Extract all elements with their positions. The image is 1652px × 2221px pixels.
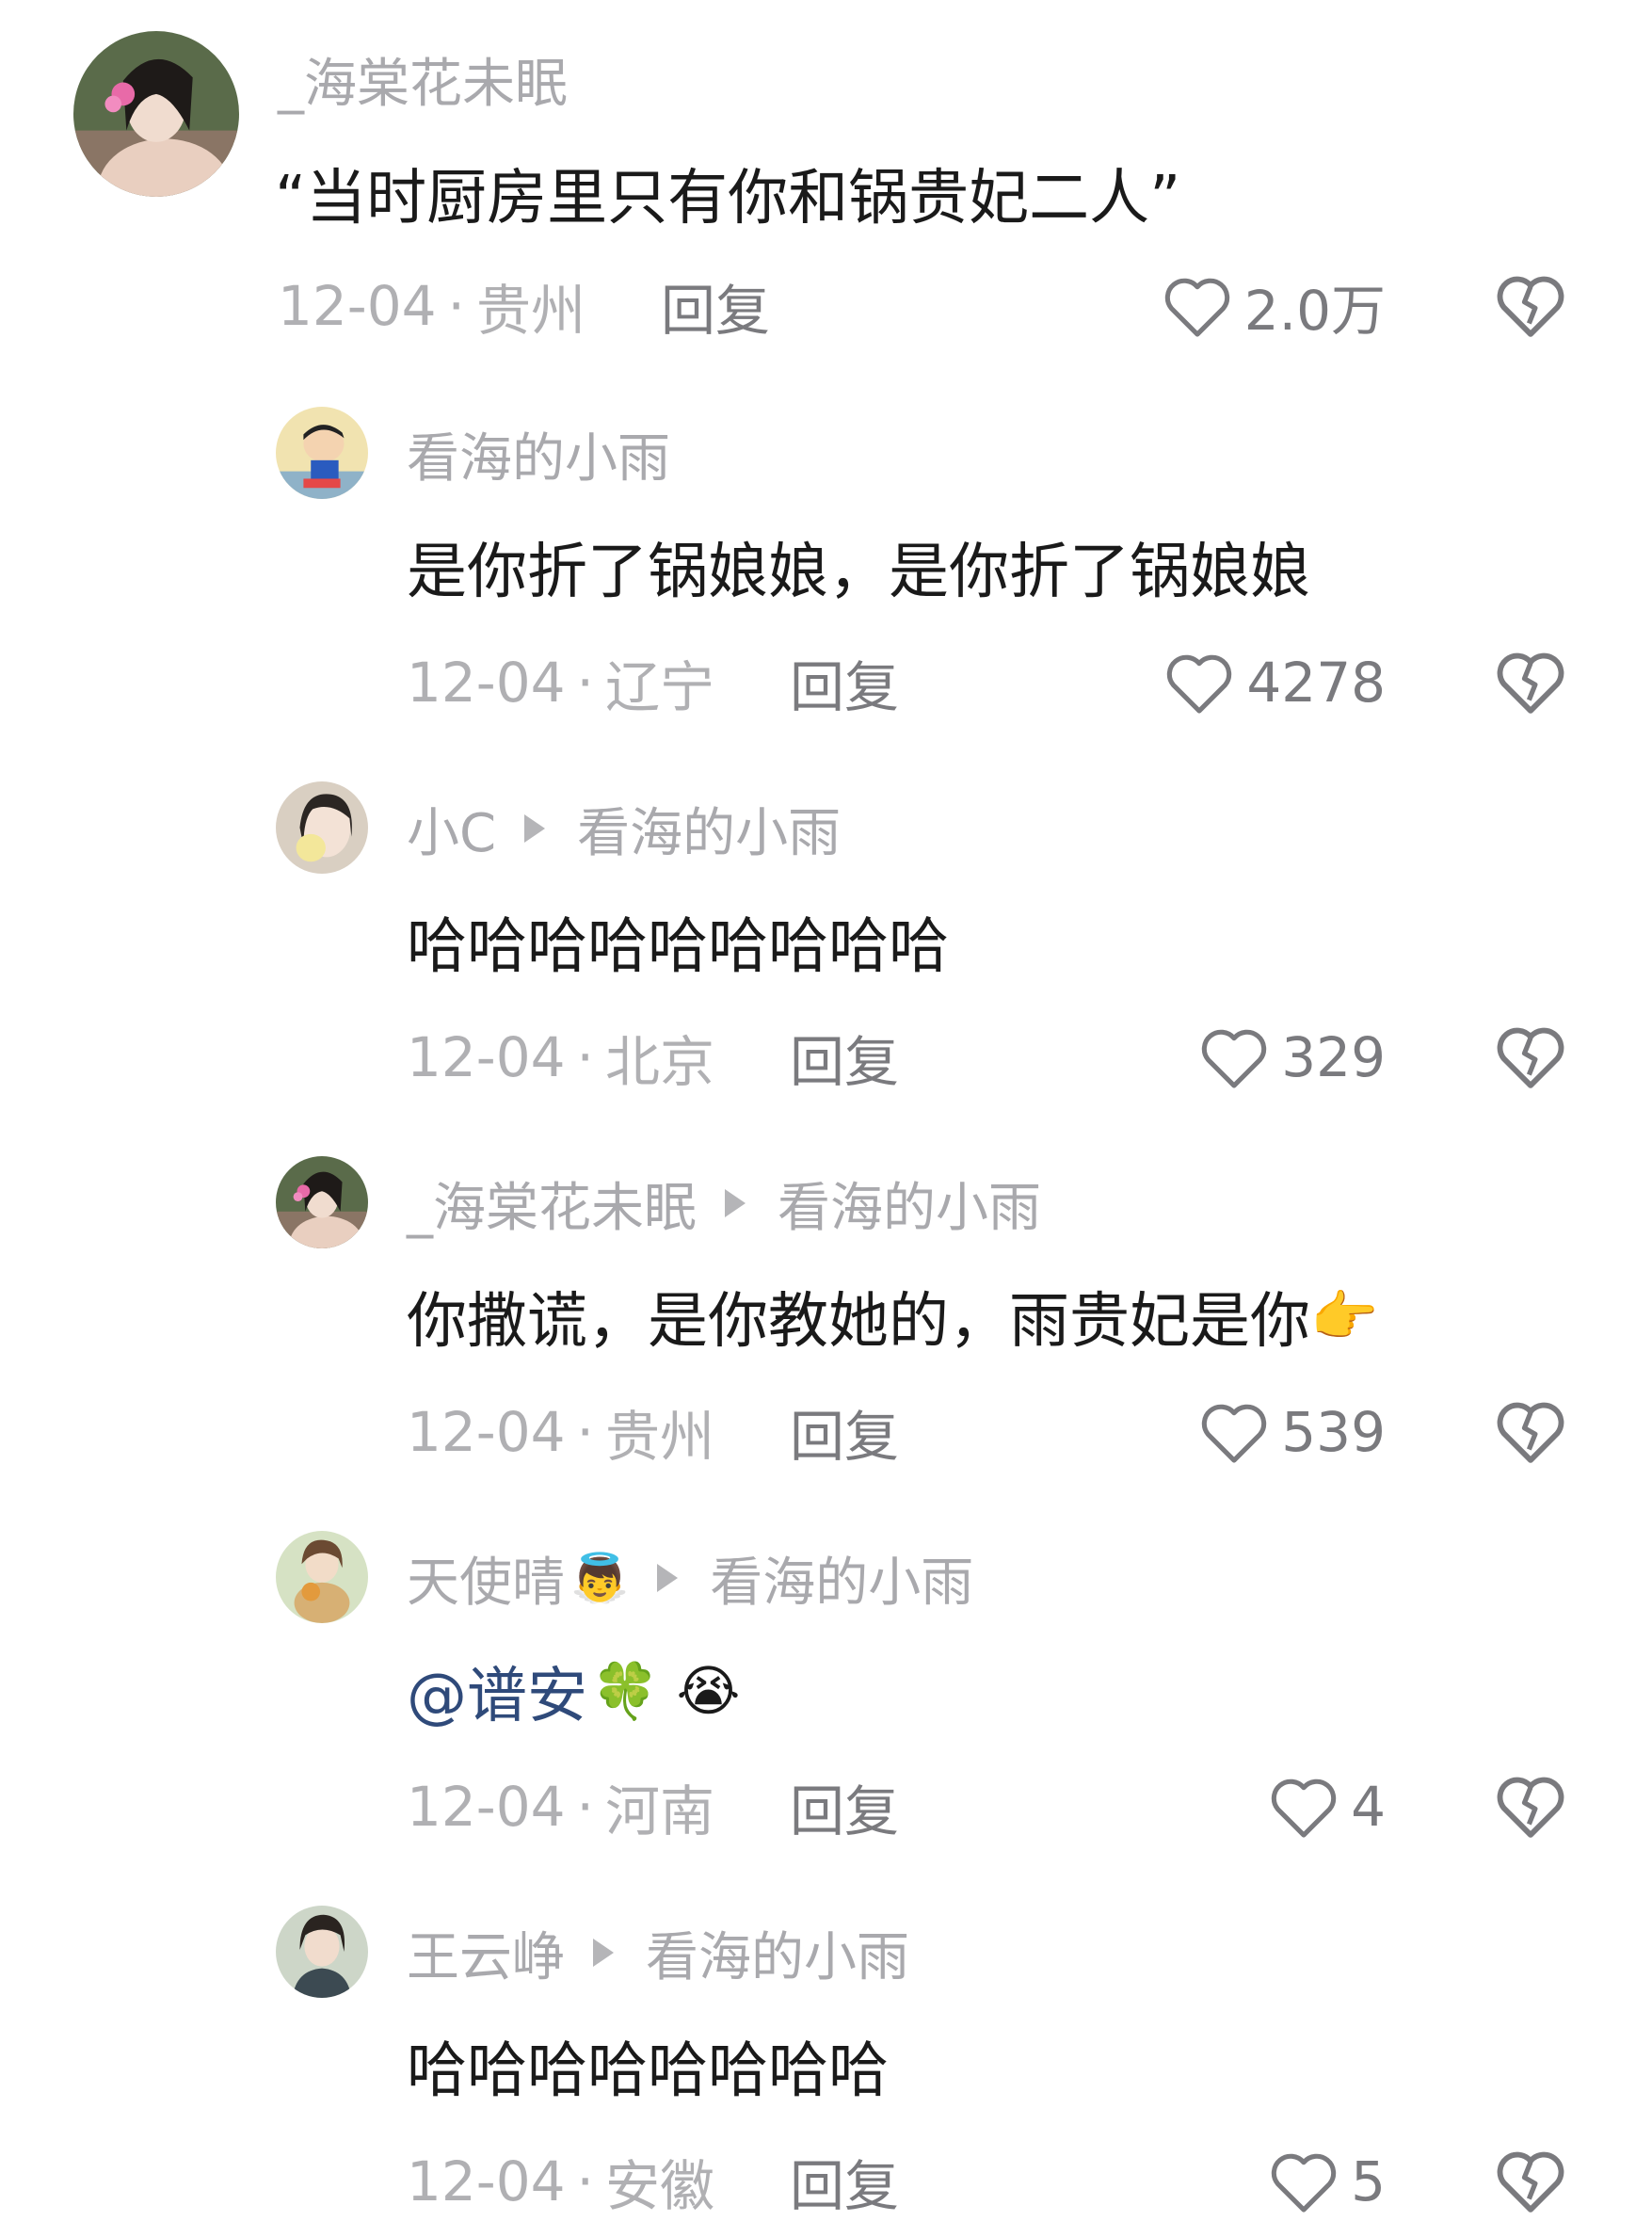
avatar[interactable] [276,781,368,874]
reply-to-name[interactable]: 看海的小雨 [646,1915,909,1991]
avatar[interactable] [73,31,239,197]
separator: · [576,2149,594,2213]
author-name[interactable]: 王云峥 [407,1915,565,1991]
comment-meta: 12-04 · 贵州 回复 [407,1399,899,1469]
comment-text: 哈哈哈哈哈哈哈哈 [407,2036,889,2106]
separator: · [576,1400,594,1464]
triangle-right-icon [657,1564,679,1592]
reply-button[interactable]: 回复 [790,1018,899,1097]
broken-heart-icon[interactable] [1494,2147,1567,2214]
like-count: 4278 [1246,651,1386,715]
heart-outline-icon [1167,654,1232,714]
avatar[interactable] [276,1531,368,1623]
comment-meta: 12-04 · 安徽 回复 [407,2149,899,2218]
woman-flower-avatar-icon [276,1156,368,1248]
girl-cat-avatar-icon [276,1531,368,1623]
separator: · [576,1775,594,1839]
triangle-right-icon [725,1189,746,1217]
triangle-right-icon [524,814,546,843]
reply-button[interactable]: 回复 [790,1767,899,1846]
separator: · [447,274,465,338]
author-name[interactable]: _海棠花未眠 [278,41,568,118]
comment-text: 你撒谎，是你教她的，雨贵妃是你 👉 [407,1283,1379,1358]
triangle-right-icon [593,1939,614,1967]
comment-date: 12-04 [407,1025,566,1089]
woman-flower-avatar-icon [73,31,239,197]
heart-outline-icon [1202,1029,1267,1088]
avatar[interactable] [276,1906,368,1998]
author-name[interactable]: _海棠花未眠 [407,1166,697,1242]
broken-heart-icon[interactable] [1494,1772,1567,1840]
like-button[interactable]: 4 [1268,1774,1386,1840]
comment-location: 辽宁 [604,655,714,719]
like-button[interactable]: 539 [1198,1399,1386,1465]
comment-author[interactable]: 王云峥 看海的小雨 [407,1923,909,1988]
comment-text: 哈哈哈哈哈哈哈哈哈 [407,912,949,982]
cartoon-boy-avatar-icon [276,407,368,499]
comment-author[interactable]: _海棠花未眠 [278,49,568,115]
avatar[interactable] [276,1156,368,1248]
reply-to-name[interactable]: 看海的小雨 [577,791,841,867]
comment-author[interactable]: _海棠花未眠 看海的小雨 [407,1173,1041,1239]
separator: · [576,651,594,715]
comment-meta: 12-04 · 北京 回复 [407,1024,899,1094]
girl-egg-avatar-icon [276,781,368,874]
comment-location: 贵州 [475,279,585,343]
comment-date: 12-04 [407,651,566,715]
comment-location: 河南 [604,1779,714,1843]
mention-link[interactable]: @谱安 [407,1648,587,1734]
like-count: 5 [1351,2149,1386,2213]
broken-heart-icon[interactable] [1494,271,1567,339]
like-count: 4 [1351,1775,1386,1839]
comment-text: @谱安 🍀 😭 [407,1649,740,1733]
heart-outline-icon [1164,278,1229,337]
clover-laugh-emoji: 🍀 😭 [591,1658,741,1723]
like-button[interactable]: 2.0万 [1162,273,1386,343]
comment-meta: 12-04 · 河南 回复 [407,1774,899,1843]
woman-portrait-avatar-icon [276,1906,368,1998]
comment-author[interactable]: 天使晴 👼 看海的小雨 [407,1548,973,1614]
reply-to-name[interactable]: 看海的小雨 [778,1166,1041,1242]
comment-meta: 12-04 · 辽宁 回复 [407,650,899,719]
comment-date: 12-04 [278,274,437,338]
heart-outline-icon [1202,1404,1267,1463]
broken-heart-icon[interactable] [1494,1397,1567,1465]
like-count: 2.0万 [1243,279,1386,343]
author-name[interactable]: 天使晴 [407,1540,565,1617]
reply-to-name[interactable]: 看海的小雨 [710,1540,973,1617]
comment-location: 贵州 [604,1405,714,1469]
author-name[interactable]: 看海的小雨 [407,416,670,492]
comment-author[interactable]: 看海的小雨 [407,424,670,490]
comment-author[interactable]: 小C 看海的小雨 [407,798,841,864]
comment-date: 12-04 [407,1400,566,1464]
baby-angel-emoji: 👼 [570,1550,630,1605]
author-name[interactable]: 小C [407,791,496,867]
reply-button[interactable]: 回复 [661,266,770,346]
separator: · [576,1025,594,1089]
avatar[interactable] [276,407,368,499]
reply-button[interactable]: 回复 [790,2142,899,2221]
pointing-hand-emoji: 👉 [1310,1283,1379,1348]
comment-date: 12-04 [407,2149,566,2213]
broken-heart-icon[interactable] [1494,648,1567,716]
comment-location: 北京 [604,1030,714,1094]
comment-meta: 12-04 · 贵州 回复 [278,273,770,343]
like-count: 329 [1281,1025,1386,1089]
comment-date: 12-04 [407,1775,566,1839]
heart-outline-icon [1271,1778,1337,1838]
like-button[interactable]: 5 [1268,2149,1386,2214]
comment-location: 安徽 [604,2154,714,2218]
like-count: 539 [1281,1400,1386,1464]
like-button[interactable]: 329 [1198,1024,1386,1090]
broken-heart-icon[interactable] [1494,1022,1567,1090]
heart-outline-icon [1271,2153,1337,2213]
reply-button[interactable]: 回复 [790,1392,899,1472]
comment-text: 是你折了锅娘娘，是你折了锅娘娘 [407,538,1310,607]
comment-text: “当时厨房里只有你和锅贵妃二人” [275,164,1181,233]
like-button[interactable]: 4278 [1163,650,1386,716]
reply-button[interactable]: 回复 [790,643,899,722]
